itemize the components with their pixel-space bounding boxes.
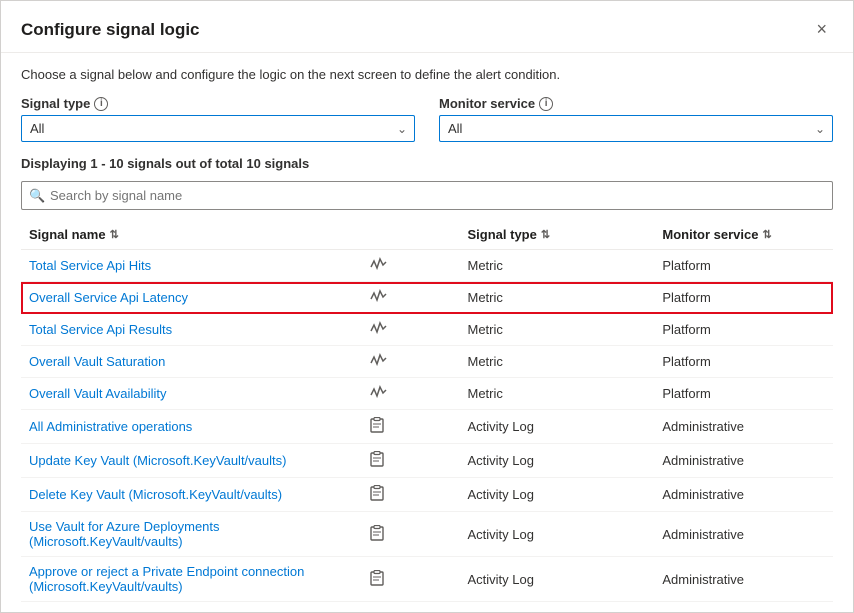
monitor-service-cell: Platform (654, 346, 833, 378)
signals-table-container: Signal name ⇅ Signal type ⇅ (21, 220, 833, 602)
signal-type-cell: Activity Log (460, 478, 655, 512)
monitor-service-cell: Platform (654, 250, 833, 282)
table-row[interactable]: All Administrative operations Activity Lo… (21, 410, 833, 444)
monitor-service-info-icon: i (539, 97, 553, 111)
signal-name-link[interactable]: Overall Service Api Latency (29, 290, 188, 305)
signal-type-cell: Metric (460, 282, 655, 314)
col-header-monitor-service: Monitor service ⇅ (654, 220, 833, 250)
metric-icon (370, 385, 388, 402)
signal-type-cell: Metric (460, 250, 655, 282)
table-row[interactable]: Approve or reject a Private Endpoint con… (21, 557, 833, 602)
col-header-signal-type: Signal type ⇅ (460, 220, 655, 250)
signal-type-filter: Signal type i All Metric Activity Log ⌄ (21, 96, 415, 142)
signal-type-info-icon: i (94, 97, 108, 111)
metric-icon (370, 289, 388, 306)
sort-icon-signal-name[interactable]: ⇅ (110, 228, 119, 241)
table-header-row: Signal name ⇅ Signal type ⇅ (21, 220, 833, 250)
activity-log-icon (370, 451, 384, 470)
activity-log-icon (370, 570, 384, 589)
monitor-service-cell: Administrative (654, 444, 833, 478)
signal-type-cell: Activity Log (460, 444, 655, 478)
dialog-header: Configure signal logic × (1, 1, 853, 53)
col-spacer (362, 220, 459, 250)
table-row[interactable]: Total Service Api Hits MetricPlatform (21, 250, 833, 282)
monitor-service-label: Monitor service i (439, 96, 833, 111)
monitor-service-cell: Administrative (654, 478, 833, 512)
monitor-service-select[interactable]: All Platform Administrative (439, 115, 833, 142)
signal-type-select[interactable]: All Metric Activity Log (21, 115, 415, 142)
signal-type-label: Signal type i (21, 96, 415, 111)
monitor-service-cell: Platform (654, 282, 833, 314)
table-body: Total Service Api HitsMetricPlatformOver… (21, 250, 833, 602)
table-row[interactable]: Use Vault for Azure Deployments (Microso… (21, 512, 833, 557)
activity-log-icon (370, 485, 384, 504)
configure-signal-dialog: Configure signal logic × Choose a signal… (0, 0, 854, 613)
table-row[interactable]: Total Service Api Results MetricPlatform (21, 314, 833, 346)
monitor-service-cell: Platform (654, 378, 833, 410)
signal-type-select-wrapper: All Metric Activity Log ⌄ (21, 115, 415, 142)
dialog-body: Choose a signal below and configure the … (1, 53, 853, 612)
table-row[interactable]: Overall Vault Availability MetricPlatform (21, 378, 833, 410)
monitor-service-cell: Platform (654, 314, 833, 346)
filters-row: Signal type i All Metric Activity Log ⌄ … (21, 96, 833, 142)
col-header-signal-name: Signal name ⇅ (21, 220, 362, 250)
displaying-text: Displaying 1 - 10 signals out of total 1… (21, 156, 833, 171)
signal-type-cell: Activity Log (460, 557, 655, 602)
search-input[interactable] (21, 181, 833, 210)
activity-log-icon (370, 525, 384, 544)
signal-name-link[interactable]: Approve or reject a Private Endpoint con… (29, 564, 304, 594)
sort-icon-signal-type[interactable]: ⇅ (541, 228, 550, 241)
table-row[interactable]: Update Key Vault (Microsoft.KeyVault/vau… (21, 444, 833, 478)
close-button[interactable]: × (810, 17, 833, 42)
signal-type-cell: Activity Log (460, 410, 655, 444)
signal-name-link[interactable]: Overall Vault Availability (29, 386, 167, 401)
signal-name-link[interactable]: Delete Key Vault (Microsoft.KeyVault/vau… (29, 487, 282, 502)
dialog-subtitle: Choose a signal below and configure the … (21, 67, 833, 82)
signal-name-link[interactable]: Total Service Api Hits (29, 258, 151, 273)
signal-name-link[interactable]: Use Vault for Azure Deployments (Microso… (29, 519, 220, 549)
signal-name-link[interactable]: Overall Vault Saturation (29, 354, 165, 369)
monitor-service-cell: Administrative (654, 410, 833, 444)
monitor-service-cell: Administrative (654, 557, 833, 602)
signal-name-link[interactable]: Total Service Api Results (29, 322, 172, 337)
metric-icon (370, 353, 388, 370)
metric-icon (370, 257, 388, 274)
signal-type-cell: Activity Log (460, 512, 655, 557)
dialog-title: Configure signal logic (21, 20, 200, 40)
activity-log-icon (370, 417, 384, 436)
signal-type-cell: Metric (460, 378, 655, 410)
signal-name-link[interactable]: Update Key Vault (Microsoft.KeyVault/vau… (29, 453, 286, 468)
metric-icon (370, 321, 388, 338)
table-row[interactable]: Overall Service Api Latency MetricPlatfor… (21, 282, 833, 314)
signals-table: Signal name ⇅ Signal type ⇅ (21, 220, 833, 602)
search-wrapper: 🔍 (21, 181, 833, 210)
table-row[interactable]: Overall Vault Saturation MetricPlatform (21, 346, 833, 378)
signal-type-cell: Metric (460, 314, 655, 346)
monitor-service-filter: Monitor service i All Platform Administr… (439, 96, 833, 142)
monitor-service-cell: Administrative (654, 512, 833, 557)
search-icon: 🔍 (29, 188, 45, 204)
sort-icon-monitor-service[interactable]: ⇅ (762, 228, 771, 241)
signal-type-cell: Metric (460, 346, 655, 378)
signal-name-link[interactable]: All Administrative operations (29, 419, 192, 434)
table-row[interactable]: Delete Key Vault (Microsoft.KeyVault/vau… (21, 478, 833, 512)
monitor-service-select-wrapper: All Platform Administrative ⌄ (439, 115, 833, 142)
